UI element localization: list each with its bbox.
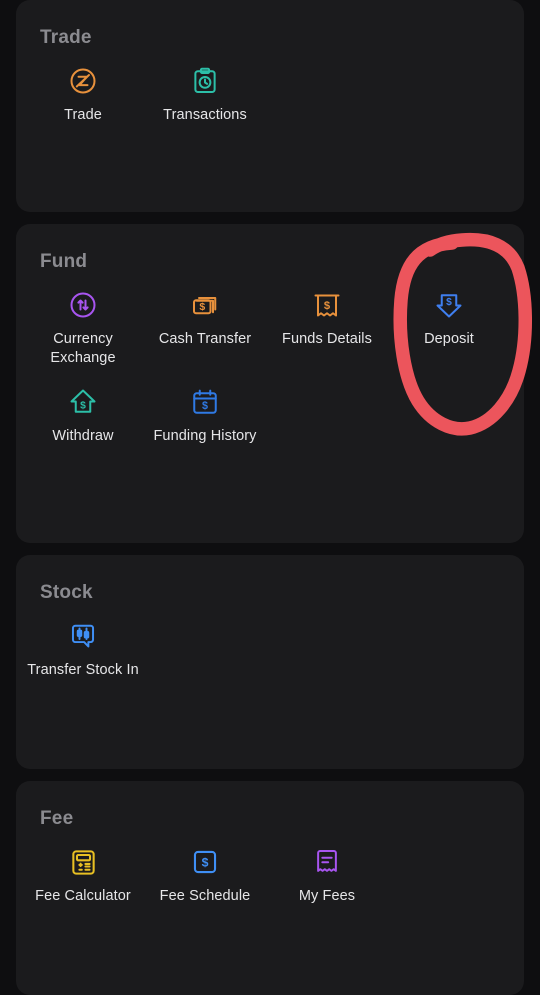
tile-label: Funds Details xyxy=(282,331,372,347)
section-card-fund: Fund Currency Exchange $ Cash Transfer $… xyxy=(16,224,524,543)
tile-trade[interactable]: Trade xyxy=(22,53,144,131)
clipboard-clock-icon xyxy=(189,65,221,97)
section-title-trade: Trade xyxy=(40,27,92,48)
section-card-stock: Stock Transfer Stock In xyxy=(16,555,524,769)
trade-circle-z-icon xyxy=(67,65,99,97)
tile-currency-exchange[interactable]: Currency Exchange xyxy=(22,277,144,374)
svg-text:$: $ xyxy=(202,856,209,870)
up-arrow-dollar-icon: $ xyxy=(67,386,99,418)
tile-deposit[interactable]: $ Deposit xyxy=(388,277,510,374)
calendar-dollar-icon: $ xyxy=(189,386,221,418)
section-title-fee: Fee xyxy=(40,808,74,829)
tile-grid-trade: Trade Transactions xyxy=(16,53,524,131)
currency-exchange-arrows-icon xyxy=(67,289,99,321)
tile-label: Fee Schedule xyxy=(159,888,251,904)
square-dollar-icon: $ xyxy=(189,846,221,878)
tile-funding-history[interactable]: $ Funding History xyxy=(144,374,266,452)
section-card-trade: Trade Trade Transactions xyxy=(16,0,524,212)
tile-label: Fee Calculator xyxy=(35,888,131,904)
tile-cash-transfer[interactable]: $ Cash Transfer xyxy=(144,277,266,374)
app-screen: Trade Trade Transactions Fund Currency E… xyxy=(0,0,540,995)
section-title-stock: Stock xyxy=(40,582,93,603)
tile-fee-calculator[interactable]: Fee Calculator xyxy=(22,834,144,912)
tile-fee-schedule[interactable]: $ Fee Schedule xyxy=(144,834,266,912)
tile-my-fees[interactable]: My Fees xyxy=(266,834,388,912)
chat-candlestick-icon xyxy=(67,620,99,652)
tile-label: Withdraw xyxy=(52,428,114,444)
tile-transfer-stock-in[interactable]: Transfer Stock In xyxy=(22,608,144,686)
tile-label: Cash Transfer xyxy=(158,331,252,347)
tile-label: Currency Exchange xyxy=(50,331,116,366)
tile-label: Deposit xyxy=(424,331,474,347)
stacked-cash-cards-icon: $ xyxy=(189,289,221,321)
svg-text:$: $ xyxy=(199,301,205,313)
svg-text:$: $ xyxy=(80,400,86,411)
tile-label: Funding History xyxy=(153,428,257,444)
section-card-fee: Fee Fee Calculator $ Fee Schedule My Fee… xyxy=(16,781,524,995)
tile-grid-fund: Currency Exchange $ Cash Transfer $ Fund… xyxy=(16,277,524,452)
tile-withdraw[interactable]: $ Withdraw xyxy=(22,374,144,452)
svg-text:$: $ xyxy=(202,400,208,412)
tile-transactions[interactable]: Transactions xyxy=(144,53,266,131)
tile-label: My Fees xyxy=(298,888,356,904)
tile-label: Transactions xyxy=(163,107,247,123)
tile-label: Trade xyxy=(64,107,102,123)
svg-text:$: $ xyxy=(446,297,452,308)
tile-grid-stock: Transfer Stock In xyxy=(16,608,524,686)
calculator-icon xyxy=(67,846,99,878)
down-arrow-dollar-icon: $ xyxy=(433,289,465,321)
receipt-lines-icon xyxy=(311,846,343,878)
svg-text:$: $ xyxy=(324,300,331,312)
tile-grid-fee: Fee Calculator $ Fee Schedule My Fees xyxy=(16,834,524,912)
tile-label: Transfer Stock In xyxy=(27,662,139,678)
receipt-dollar-icon: $ xyxy=(311,289,343,321)
tile-funds-details[interactable]: $ Funds Details xyxy=(266,277,388,374)
section-title-fund: Fund xyxy=(40,251,88,272)
